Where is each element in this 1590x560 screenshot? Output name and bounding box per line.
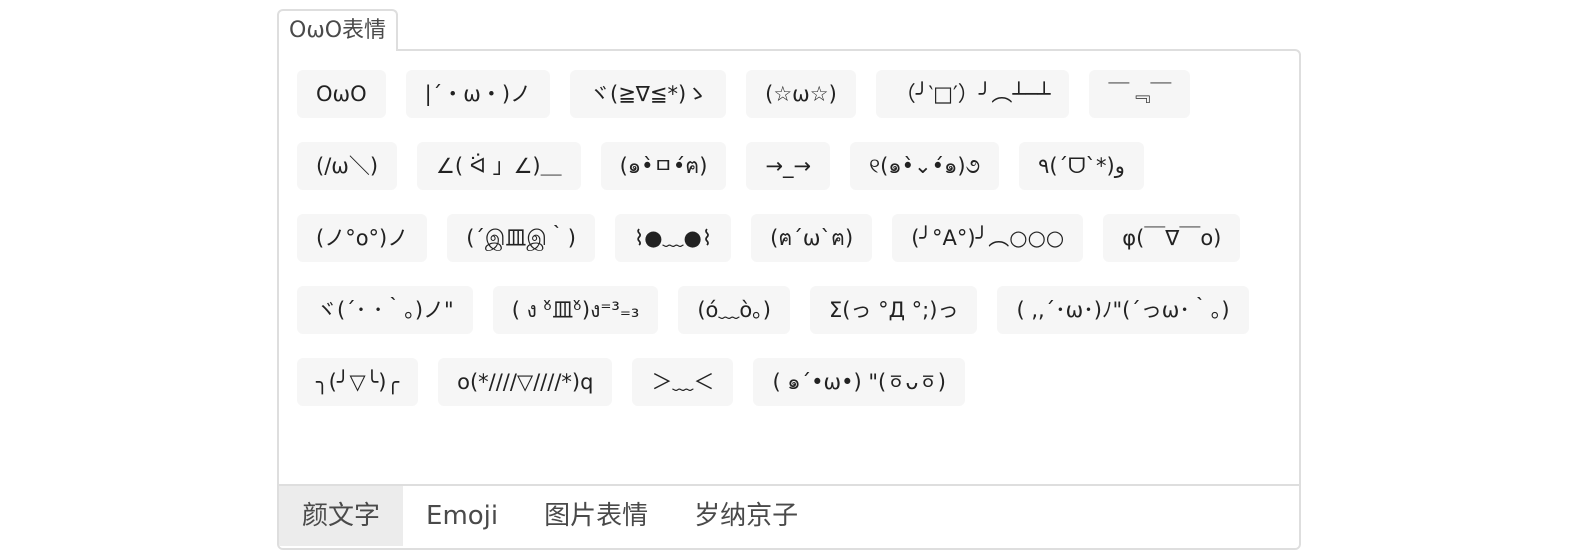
- category-tab[interactable]: 颜文字: [279, 486, 404, 546]
- emoticon-item[interactable]: OωO: [297, 70, 386, 118]
- emoticon-item[interactable]: ( ๑´•ω•) "(ㆆᴗㆆ): [753, 358, 965, 406]
- emoticon-item[interactable]: ( ,,´･ω･)ﾉ"(´っω･｀｡): [997, 286, 1249, 334]
- emoticon-item[interactable]: |´・ω・)ノ: [405, 70, 551, 118]
- emoticon-item[interactable]: (ó﹏ò｡): [678, 286, 790, 334]
- emoticon-item[interactable]: (ฅ´ω`ฅ): [751, 214, 873, 262]
- emoticon-item[interactable]: ∠( ᐛ 」∠)＿: [417, 142, 581, 190]
- emoticon-item[interactable]: →_→: [746, 142, 831, 190]
- emoticon-item[interactable]: φ(￣∇￣o): [1103, 214, 1241, 262]
- category-tab-bar: 颜文字 Emoji 图片表情 岁纳京子: [279, 484, 1299, 548]
- owo-panel-title-tab[interactable]: OωO表情: [277, 9, 399, 51]
- owo-emoticon-panel: OωO表情 OωO |´・ω・)ノ ヾ(≧∇≦*)ゝ (☆ω☆) （╯‵□′）╯︵┴─┴…: [277, 9, 1301, 550]
- emoticon-item[interactable]: (´இ皿இ｀): [447, 214, 595, 262]
- emoticon-item[interactable]: ( ง ᵒ̌皿ᵒ̌)ง⁼³₌₃: [492, 286, 659, 334]
- emoticon-item[interactable]: ＞﹏＜: [632, 358, 734, 406]
- emoticon-item[interactable]: ٩(ˊᗜˋ*)و: [1019, 142, 1144, 190]
- emoticon-item[interactable]: ୧(๑•̀⌄•́๑)૭: [850, 142, 1000, 190]
- owo-panel-body: OωO |´・ω・)ノ ヾ(≧∇≦*)ゝ (☆ω☆) （╯‵□′）╯︵┴─┴ ￣﹃￣ (/ω…: [277, 49, 1301, 550]
- emoticon-item[interactable]: ￣﹃￣: [1089, 70, 1191, 118]
- emoticon-item[interactable]: ⌇●﹏●⌇: [614, 214, 732, 262]
- emoticon-item[interactable]: (/ω＼): [297, 142, 398, 190]
- emoticon-item[interactable]: ヾ(≧∇≦*)ゝ: [570, 70, 727, 118]
- emoticon-list: OωO |´・ω・)ノ ヾ(≧∇≦*)ゝ (☆ω☆) （╯‵□′）╯︵┴─┴ ￣﹃￣ (/ω…: [297, 70, 1277, 406]
- emoticon-item[interactable]: (☆ω☆): [746, 70, 856, 118]
- emoticon-item[interactable]: (╯°A°)╯︵○○○: [892, 214, 1084, 262]
- category-tab[interactable]: 图片表情: [521, 486, 671, 546]
- emoticon-item[interactable]: （╯‵□′）╯︵┴─┴: [875, 70, 1070, 118]
- emoticon-item[interactable]: o(*////▽////*)q: [438, 358, 613, 406]
- emoticon-item[interactable]: (ノ°ο°)ノ: [297, 214, 428, 262]
- category-tab[interactable]: Emoji: [403, 486, 521, 546]
- emoticon-item[interactable]: (๑•̀ㅁ•́ฅ): [600, 142, 727, 190]
- category-tab[interactable]: 岁纳京子: [671, 486, 821, 546]
- emoticon-item[interactable]: Σ(っ °Д °;)っ: [809, 286, 978, 334]
- emoticon-item[interactable]: ╮(╯▽╰)╭: [297, 358, 419, 406]
- emoticon-item[interactable]: ヾ(´･ ･｀｡)ノ": [297, 286, 473, 334]
